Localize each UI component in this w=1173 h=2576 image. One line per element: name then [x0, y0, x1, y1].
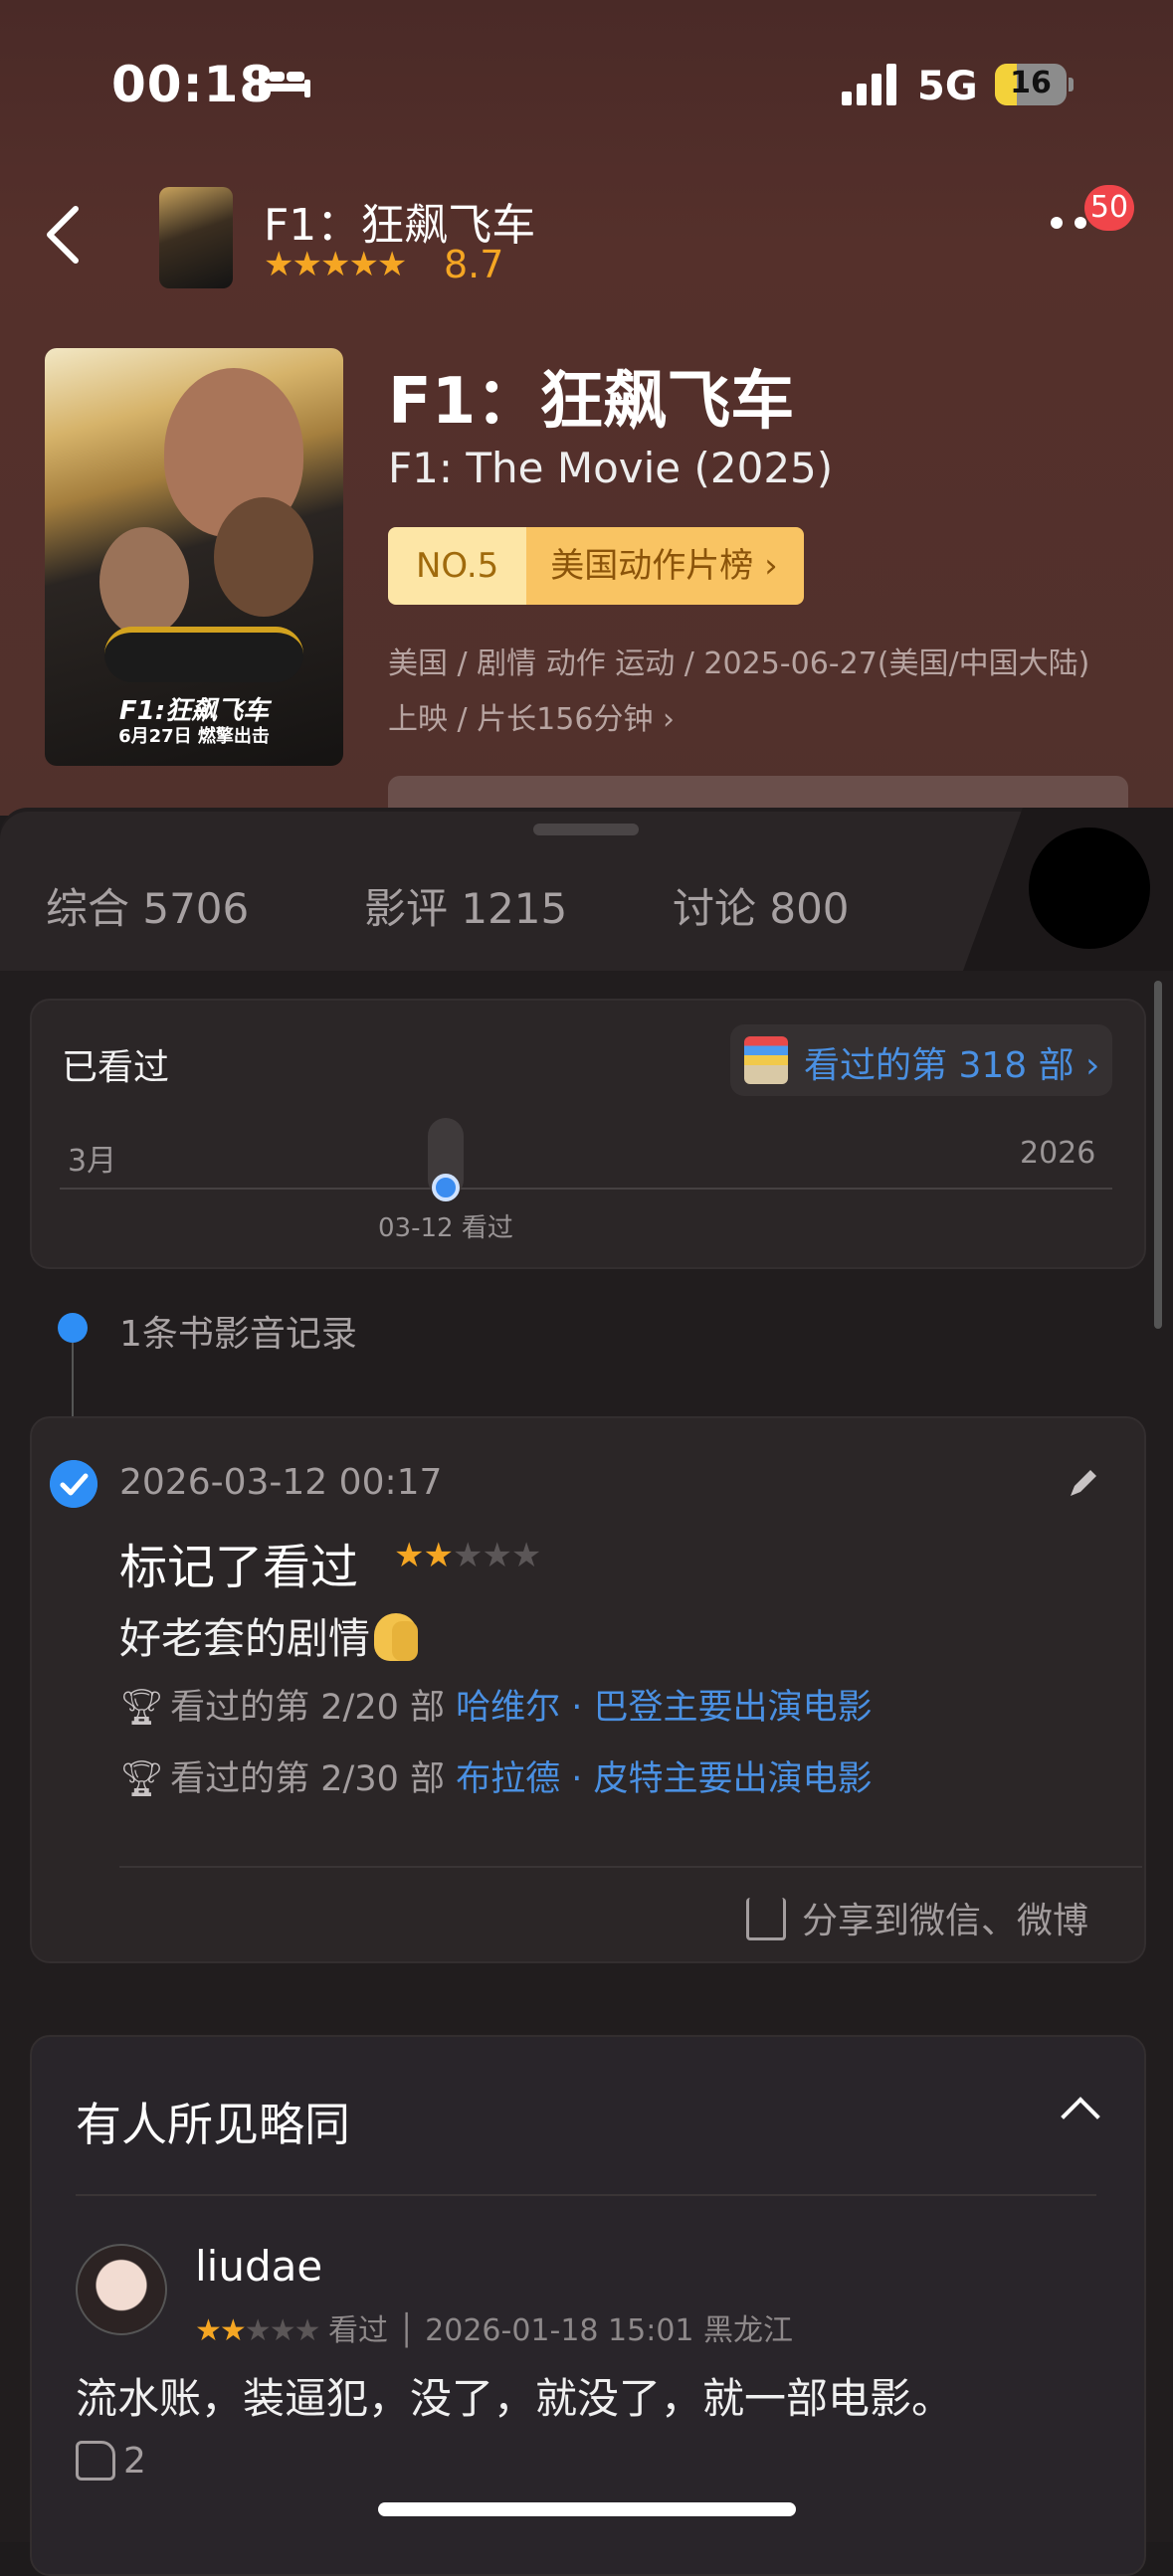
review-meta: ★★★★★ 看过 │ 2026-01-18 15:01 黑龙江	[195, 2305, 793, 2349]
divider	[119, 1866, 1142, 1868]
share-label: 分享到微信、微博	[802, 1901, 1089, 1941]
record-dot-icon	[58, 1313, 88, 1343]
notification-badge: 50	[1084, 185, 1134, 231]
poster-figure	[99, 527, 189, 637]
poster-release-date: 6月27日 燃擎出击	[118, 726, 270, 747]
record-datetime: 2026-03-12 00:17	[119, 1462, 443, 1503]
timeline-track	[60, 1188, 1112, 1190]
thumbs-up-icon	[76, 2441, 115, 2481]
timeline-marker-caption: 03-12 看过	[378, 1213, 513, 1243]
review-meta-text: 看过 │ 2026-01-18 15:01 黑龙江	[318, 2313, 794, 2348]
movie-english-title: F1: The Movie (2025)	[388, 444, 834, 492]
scrollbar[interactable]	[1154, 981, 1162, 1329]
share-icon	[746, 1898, 786, 1940]
sleep-focus-icon	[259, 68, 310, 97]
user-avatar[interactable]	[1029, 828, 1150, 949]
facepalm-emoji-icon	[374, 1613, 419, 1661]
network-type: 5G	[917, 64, 978, 109]
movie-thumbnail	[159, 187, 233, 288]
watched-count-button[interactable]: 看过的第 318 部 ›	[730, 1024, 1112, 1096]
timeline-end-label: 2026	[1020, 1136, 1096, 1171]
divider	[76, 2194, 1096, 2196]
rating-stars-filled: ★★	[195, 2313, 247, 2348]
like-button[interactable]: 2	[76, 2441, 146, 2482]
achievement-row: 🏆︎ 看过的第 2/30 部 布拉德 · 皮特主要出演电影	[119, 1750, 873, 1801]
ranking-number: NO.5	[388, 527, 527, 605]
edit-pencil-icon[interactable]	[1065, 1466, 1100, 1502]
user-avatar[interactable]	[76, 2244, 167, 2335]
achievement-link[interactable]: 布拉德 · 皮特主要出演电影	[456, 1759, 872, 1799]
timeline-start-label: 3月	[68, 1144, 117, 1179]
username[interactable]: liudae	[195, 2242, 322, 2291]
trophy-icon: 🏆︎	[119, 1759, 164, 1799]
sheet-drag-handle[interactable]	[533, 824, 639, 835]
poster-figure	[214, 497, 313, 617]
status-time: 00:18	[111, 56, 276, 113]
rating-stars-empty: ★★★	[244, 2313, 321, 2348]
like-count: 2	[123, 2441, 146, 2482]
timeline-marker[interactable]	[432, 1174, 460, 1201]
battery-level: 16	[1010, 66, 1052, 100]
similar-title: 有人所见略同	[76, 2098, 350, 2151]
record-action: 标记了看过	[119, 1540, 359, 1595]
back-arrow-icon[interactable]	[44, 205, 80, 265]
review-text: 流水账，装逼犯，没了，就没了，就一部电影。	[76, 2374, 954, 2423]
cellular-signal-icon	[842, 62, 901, 105]
achievement-text: 看过的第 2/20 部	[170, 1688, 457, 1728]
record-comment: 好老套的剧情	[119, 1605, 419, 1666]
achievement-link[interactable]: 哈维尔 · 巴登主要出演电影	[456, 1688, 872, 1728]
achievement-text: 看过的第 2/30 部	[170, 1759, 457, 1799]
tab-overview[interactable]: 综合 5706	[46, 875, 249, 936]
tab-discussion[interactable]: 讨论 800	[673, 875, 850, 936]
share-button[interactable]: 分享到微信、微博	[746, 1892, 1088, 1943]
nav-rating-stars: ★★★★★	[264, 245, 407, 284]
record-rating: ★★★★★	[394, 1536, 541, 1575]
nav-rating-score: 8.7	[444, 243, 504, 286]
check-circle-icon	[50, 1460, 98, 1508]
movie-title: F1：狂飙飞车	[388, 365, 795, 439]
ranking-badge[interactable]: NO.5 美国动作片榜 ›	[388, 527, 804, 605]
rating-stars-filled: ★★	[394, 1536, 454, 1575]
home-indicator[interactable]	[378, 2502, 796, 2516]
movie-poster[interactable]: F1:狂飙飞车 6月27日 燃擎出击	[45, 348, 343, 766]
watched-label: 已看过	[62, 1047, 170, 1088]
records-summary: 1条书影音记录	[119, 1314, 357, 1355]
battery-icon: 16	[995, 64, 1067, 105]
record-comment-text: 好老套的剧情	[119, 1614, 371, 1663]
achievement-row: 🏆︎ 看过的第 2/20 部 哈维尔 · 巴登主要出演电影	[119, 1679, 873, 1730]
bookshelf-icon	[744, 1036, 788, 1084]
tab-reviews[interactable]: 影评 1215	[364, 875, 567, 936]
movie-meta-info[interactable]: 美国 / 剧情 动作 运动 / 2025-06-27(美国/中国大陆) 上映 /…	[388, 637, 1124, 748]
poster-race-car	[104, 627, 303, 682]
watched-count-label: 看过的第 318 部 ›	[804, 1045, 1100, 1086]
rating-stars-empty: ★★★	[452, 1536, 541, 1575]
trophy-icon: 🏆︎	[119, 1688, 164, 1728]
battery-tip	[1069, 78, 1074, 92]
ranking-list-name: 美国动作片榜 ›	[526, 527, 804, 605]
